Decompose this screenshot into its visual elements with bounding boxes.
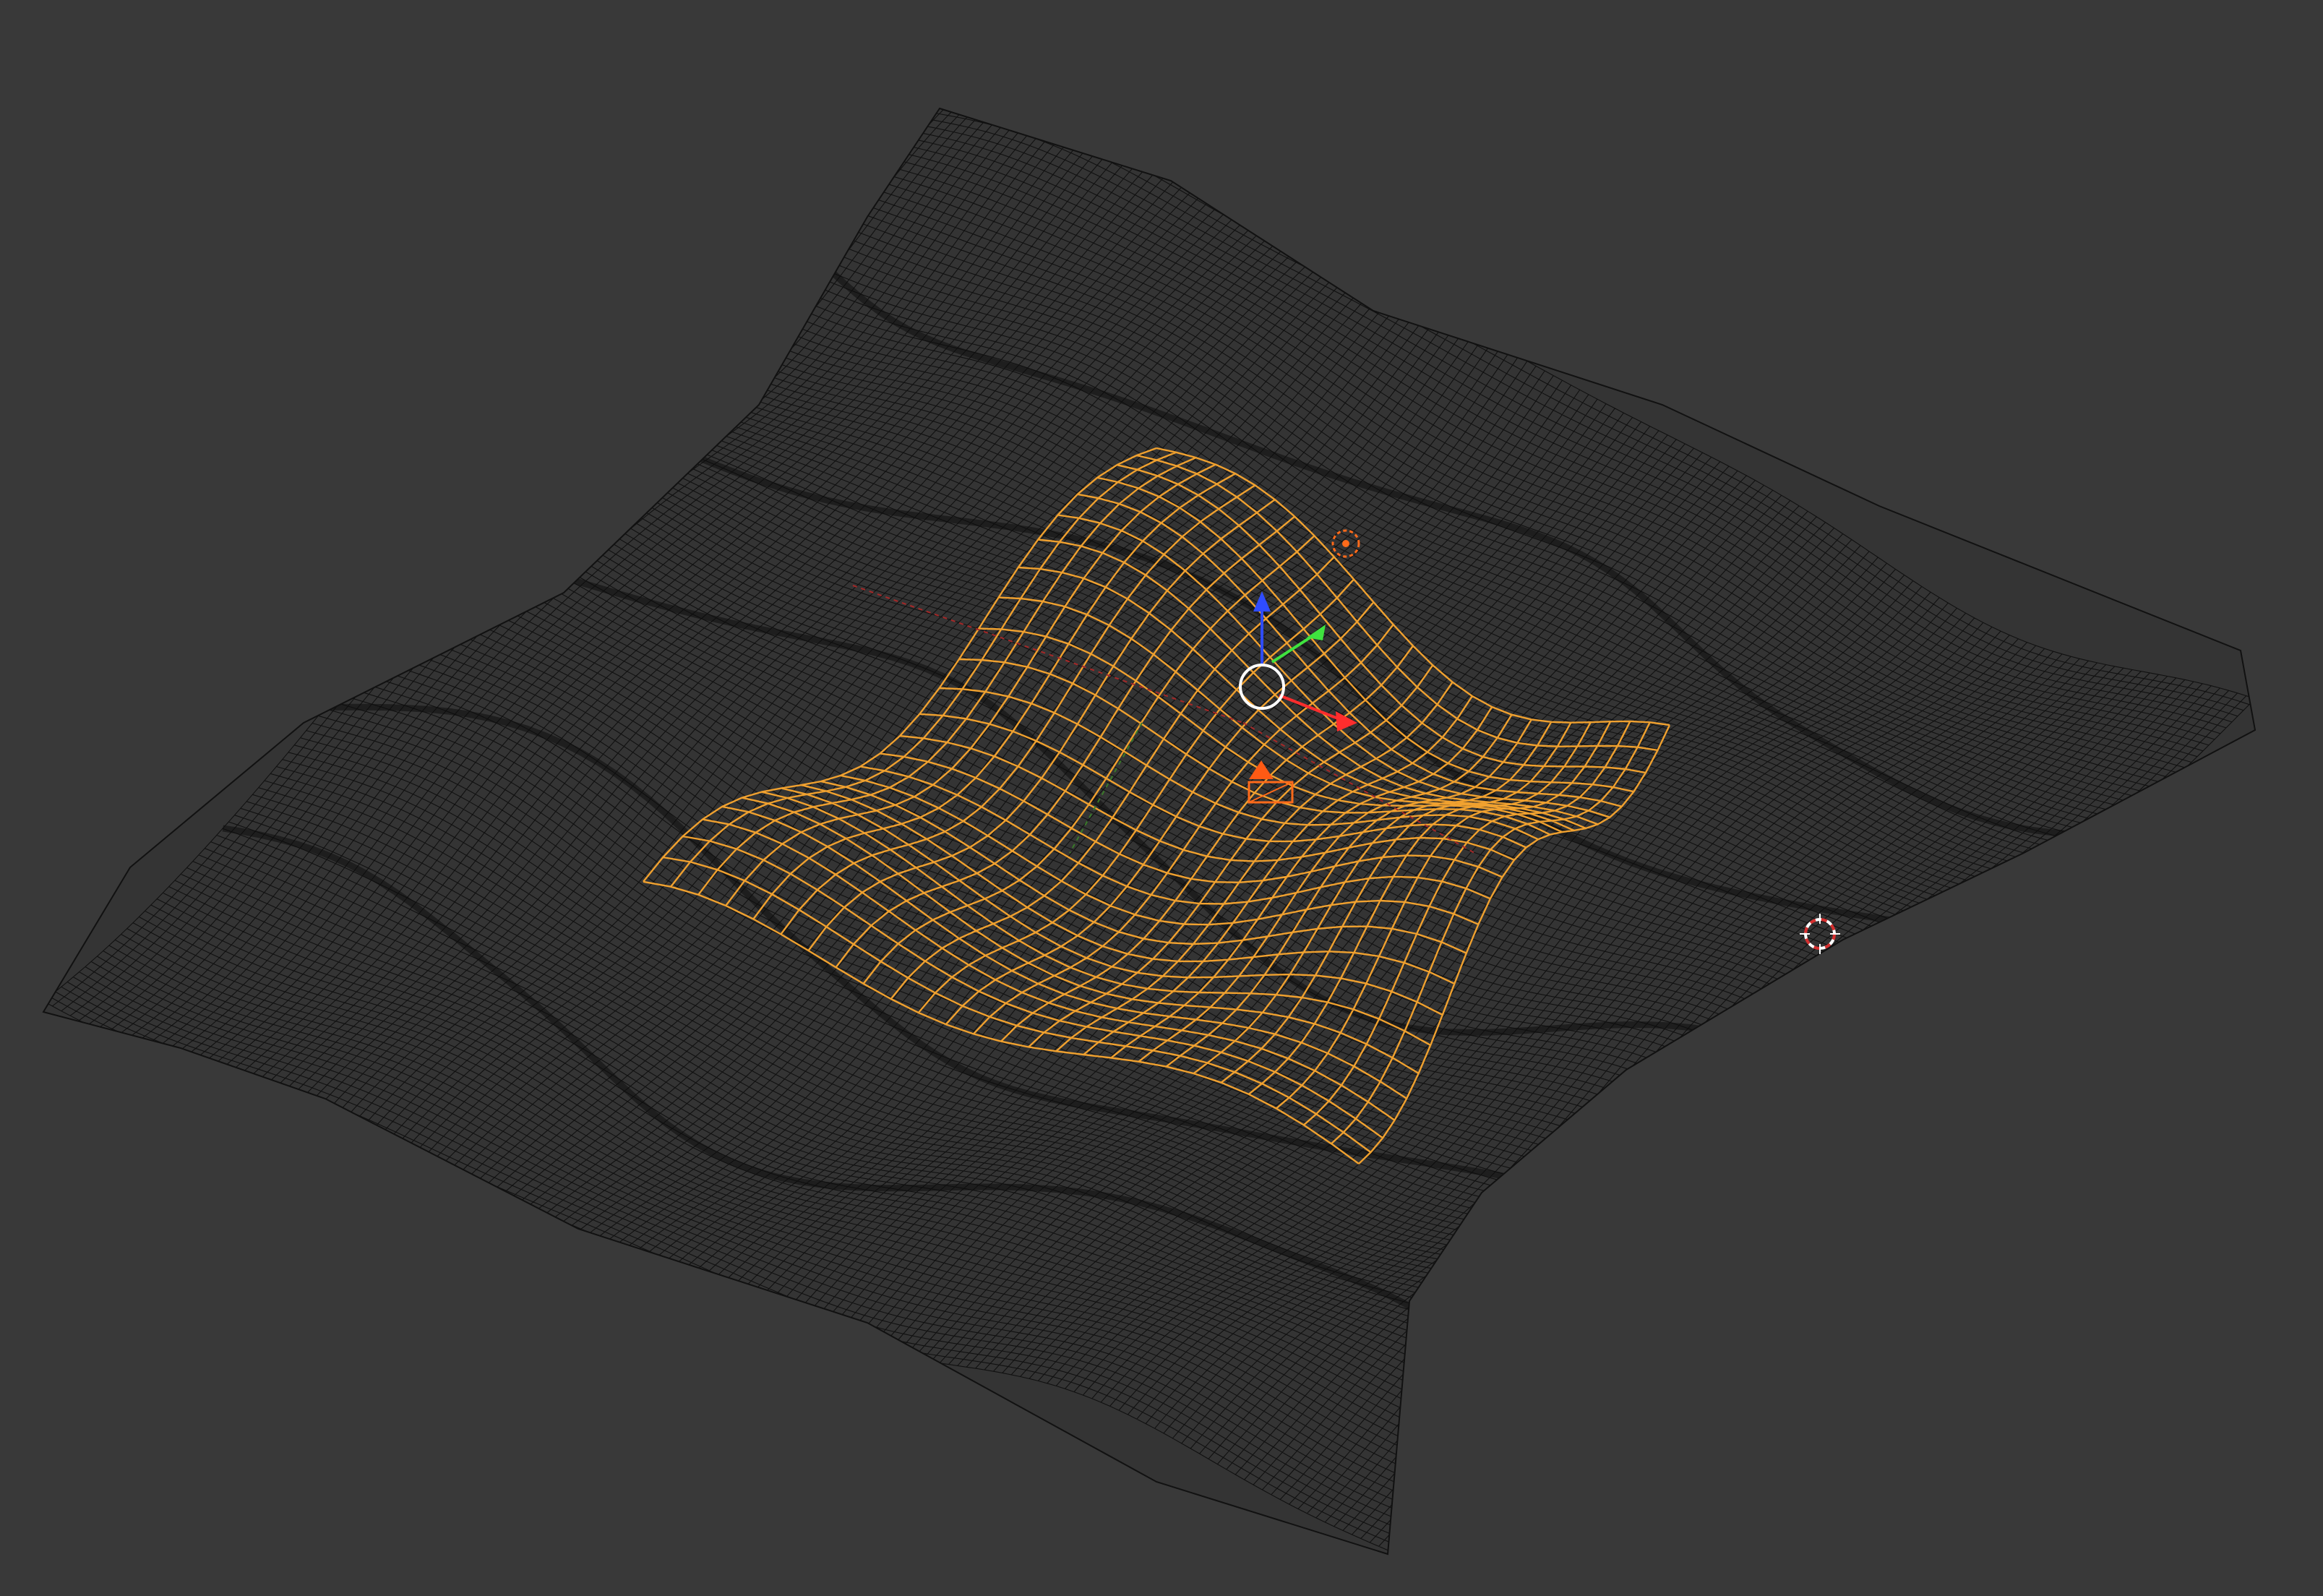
viewport-scene[interactable] [0,0,2323,1596]
terrain-mesh[interactable] [43,93,2255,1554]
3d-viewport[interactable] [0,0,2323,1596]
